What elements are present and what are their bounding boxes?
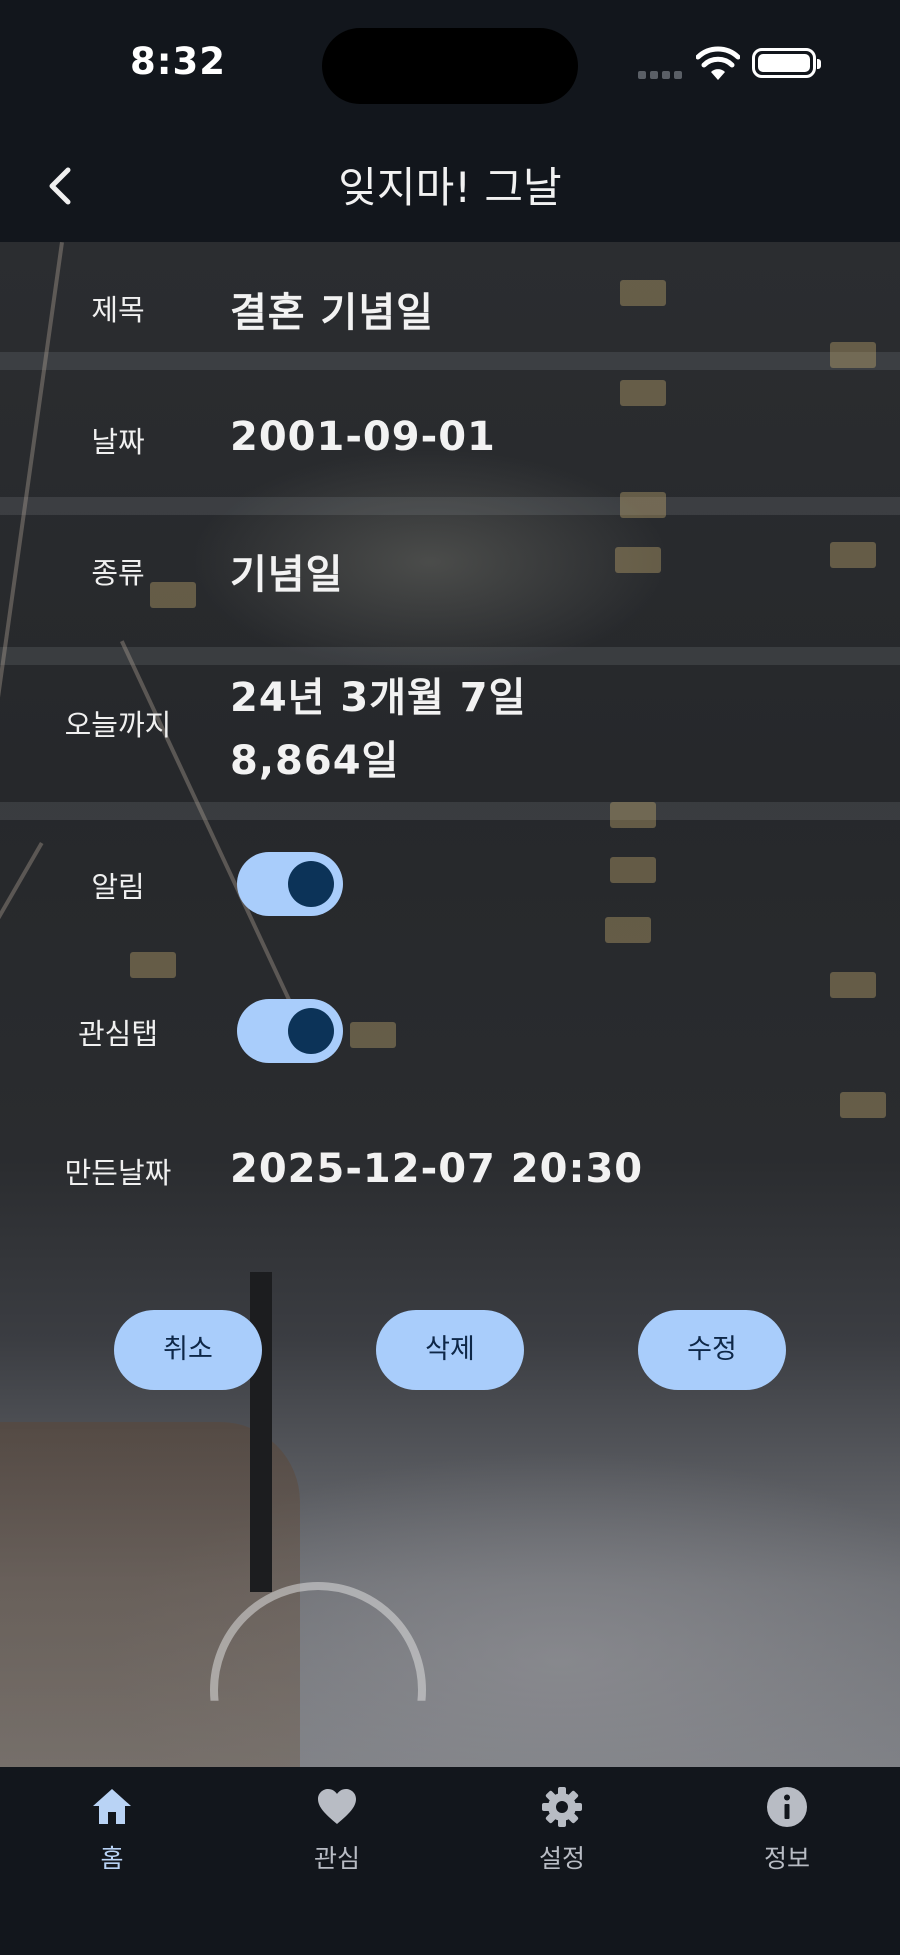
gear-icon: [542, 1787, 582, 1827]
nav-item-info[interactable]: 정보: [707, 1785, 867, 1875]
delete-button[interactable]: 삭제: [376, 1310, 524, 1390]
edit-button[interactable]: 수정: [638, 1310, 786, 1390]
until-today-label: 오늘까지: [64, 708, 172, 742]
background-photo: [0, 242, 900, 1767]
info-icon: [767, 1787, 807, 1827]
favorite-toggle-knob: [288, 1008, 334, 1054]
elapsed-period-value: 24년 3개월 7일: [230, 675, 527, 721]
heart-icon: [318, 1789, 356, 1824]
created-label: 만든날짜: [64, 1156, 172, 1190]
favorite-label: 관심탭: [77, 1017, 159, 1051]
nav-favorites-label: 관심: [313, 1844, 360, 1873]
bottom-nav: 홈 관심 설정 정보: [0, 1767, 900, 1955]
dynamic-island: [322, 28, 578, 104]
elapsed-days-value: 8,864일: [230, 738, 400, 784]
wifi-icon: [696, 46, 740, 80]
nav-item-settings[interactable]: 설정: [482, 1785, 642, 1875]
nav-settings-label: 설정: [538, 1844, 585, 1873]
type-label: 종류: [91, 556, 145, 590]
alarm-toggle[interactable]: [237, 852, 343, 916]
created-value: 2025-12-07 20:30: [230, 1146, 644, 1192]
alarm-label: 알림: [91, 870, 145, 904]
favorite-toggle[interactable]: [237, 999, 343, 1063]
cellular-signal-icon: [638, 71, 684, 79]
type-value: 기념일: [230, 552, 344, 598]
nav-info-label: 정보: [763, 1844, 810, 1873]
status-bar: 8:32: [0, 0, 900, 130]
title-value: 결혼 기념일: [230, 290, 434, 336]
title-label: 제목: [91, 293, 145, 327]
page-title: 잊지마! 그날: [338, 163, 562, 212]
alarm-toggle-knob: [288, 861, 334, 907]
home-icon: [93, 1789, 131, 1824]
cancel-button[interactable]: 취소: [114, 1310, 262, 1390]
nav-item-home[interactable]: 홈: [32, 1785, 192, 1875]
date-value: 2001-09-01: [230, 414, 496, 460]
nav-home-label: 홈: [100, 1844, 124, 1873]
battery-icon: [752, 48, 821, 78]
nav-item-favorites[interactable]: 관심: [257, 1785, 417, 1875]
app-bar: 잊지마! 그날: [0, 130, 900, 242]
status-time: 8:32: [130, 40, 227, 83]
date-label: 날짜: [91, 425, 145, 459]
